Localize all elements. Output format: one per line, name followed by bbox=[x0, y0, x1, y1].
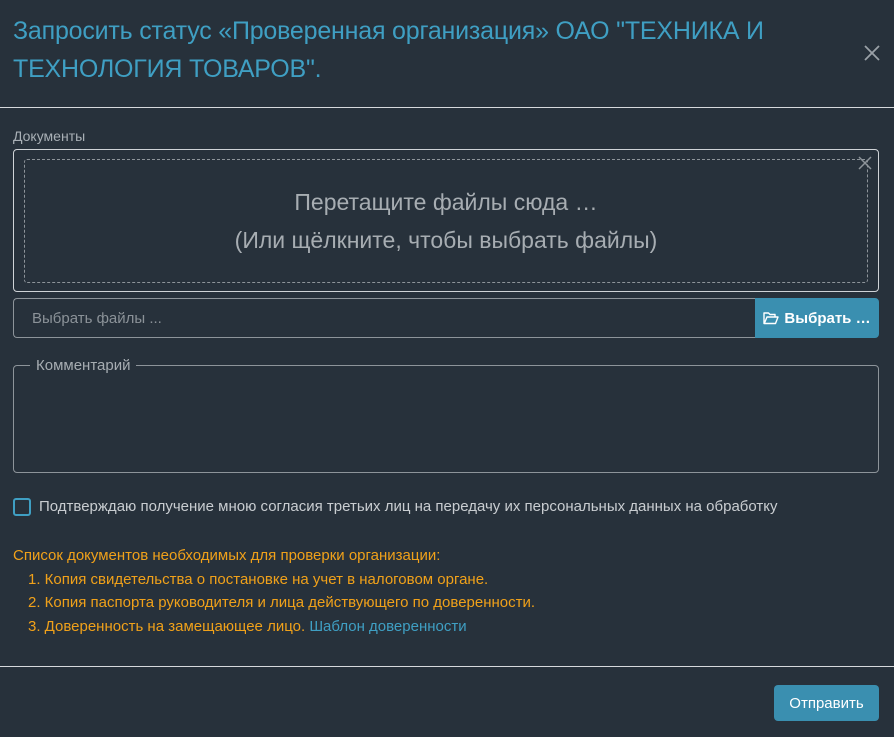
modal-header: Запросить статус «Проверенная организаци… bbox=[0, 0, 894, 108]
modal-footer: Отправить bbox=[0, 666, 894, 737]
comment-textarea[interactable] bbox=[15, 376, 877, 470]
folder-open-icon bbox=[763, 311, 780, 325]
close-button[interactable] bbox=[861, 42, 883, 64]
browse-files-label: Выбрать … bbox=[784, 309, 871, 327]
close-icon bbox=[856, 154, 874, 172]
comment-legend: Комментарий bbox=[30, 357, 137, 374]
consent-checkbox[interactable] bbox=[13, 498, 31, 516]
list-item: 3. Доверенность на замещающее лицо. Шабл… bbox=[28, 615, 873, 639]
submit-button[interactable]: Отправить bbox=[774, 685, 879, 721]
consent-label[interactable]: Подтверждаю получение мною согласия трет… bbox=[39, 498, 778, 516]
drop-hint-secondary: (Или щёлкните, чтобы выбрать файлы) bbox=[234, 227, 658, 253]
file-drop-zone[interactable]: Перетащите файлы сюда … (Или щёлкните, ч… bbox=[13, 149, 879, 292]
list-item: 1. Копия свидетельства о постановке на у… bbox=[28, 568, 873, 592]
clear-files-button[interactable] bbox=[856, 154, 874, 172]
close-icon bbox=[861, 42, 883, 64]
list-item-text: 1. Копия свидетельства о постановке на у… bbox=[28, 570, 489, 588]
template-download-link[interactable]: Шаблон доверенности bbox=[309, 618, 466, 635]
request-status-modal: Запросить статус «Проверенная организаци… bbox=[0, 0, 894, 737]
browse-files-button[interactable]: Выбрать … bbox=[755, 298, 879, 338]
required-documents-heading: Список документов необходимых для провер… bbox=[13, 547, 441, 564]
list-item: 2. Копия паспорта руководителя и лица де… bbox=[28, 591, 873, 615]
file-picker-row: Выбрать … bbox=[13, 298, 879, 338]
list-item-text: 2. Копия паспорта руководителя и лица де… bbox=[28, 594, 536, 611]
required-documents: Список документов необходимых для провер… bbox=[13, 544, 873, 638]
list-item-text: 3. Доверенность на замещающее лицо. bbox=[28, 617, 306, 635]
consent-row: Подтверждаю получение мною согласия трет… bbox=[13, 497, 778, 517]
modal-title: Запросить статус «Проверенная организаци… bbox=[13, 17, 764, 83]
required-documents-list: 1. Копия свидетельства о постановке на у… bbox=[13, 568, 873, 639]
documents-label: Документы bbox=[13, 128, 86, 144]
file-path-input[interactable] bbox=[13, 298, 755, 338]
drop-hint-primary: Перетащите файлы сюда … bbox=[294, 189, 598, 215]
comment-fieldset: Комментарий bbox=[13, 357, 879, 473]
file-drop-target[interactable]: Перетащите файлы сюда … (Или щёлкните, ч… bbox=[24, 159, 868, 283]
